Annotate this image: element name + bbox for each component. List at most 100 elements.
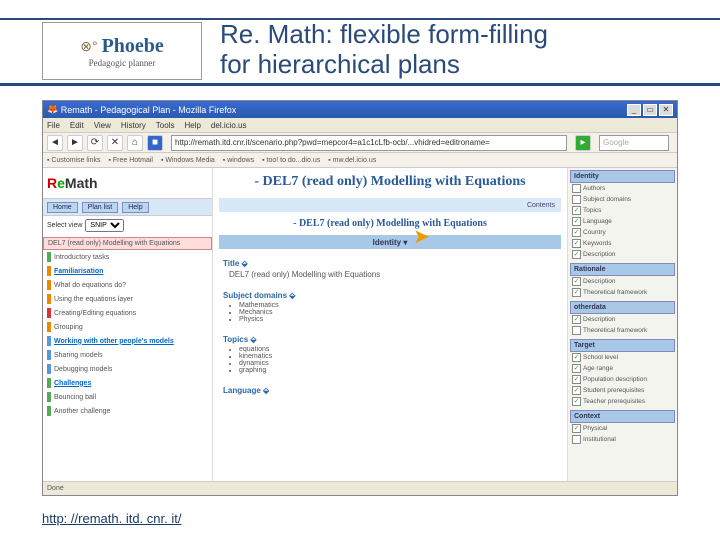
bookmark-item[interactable]: ▪ Windows Media bbox=[161, 157, 215, 164]
tree-item-selected[interactable]: DEL7 (read only) Modelling with Equation… bbox=[43, 237, 212, 250]
checkbox-row[interactable]: Authors bbox=[570, 183, 675, 194]
checkbox-row[interactable]: Subject domains bbox=[570, 194, 675, 205]
bookmark-item[interactable]: ▪ too! to do...dio.us bbox=[262, 157, 320, 164]
bookmark-item[interactable]: ▪ Free Hotmail bbox=[108, 157, 153, 164]
color-bar bbox=[47, 266, 51, 276]
search-input[interactable]: Google bbox=[599, 135, 669, 151]
checkbox-row[interactable]: Teacher prerequisites bbox=[570, 396, 675, 407]
identity-bar[interactable]: Identity ▾ bbox=[219, 235, 561, 249]
tree-item[interactable]: Introductory tasks bbox=[43, 250, 212, 264]
checkbox-row[interactable]: Language bbox=[570, 216, 675, 227]
left-sidebar: ReMath HomePlan listHelp Select view SNI… bbox=[43, 168, 213, 481]
home-button[interactable]: ⌂ bbox=[127, 135, 143, 151]
menu-view[interactable]: View bbox=[94, 121, 111, 130]
checkbox-row[interactable]: Student prerequisites bbox=[570, 385, 675, 396]
tree-item[interactable]: Creating/Editing equations bbox=[43, 306, 212, 320]
status-bar: Done bbox=[43, 481, 677, 495]
section-language: Language ⬙ bbox=[213, 378, 567, 401]
nav-home[interactable]: Home bbox=[47, 202, 78, 213]
checkbox-row[interactable]: Population description bbox=[570, 374, 675, 385]
menu-edit[interactable]: Edit bbox=[70, 121, 84, 130]
tree-item[interactable]: Challenges bbox=[43, 376, 212, 390]
panel-head[interactable]: Context bbox=[570, 410, 675, 423]
checkbox[interactable] bbox=[572, 239, 581, 248]
checkbox[interactable] bbox=[572, 288, 581, 297]
menu-del.icio.us[interactable]: del.icio.us bbox=[211, 121, 247, 130]
checkbox-row[interactable]: Theoretical framework bbox=[570, 325, 675, 336]
panel-head[interactable]: Rationale bbox=[570, 263, 675, 276]
bookmark-item[interactable]: ▪ Customise links bbox=[47, 157, 100, 164]
checkbox-row[interactable]: Age range bbox=[570, 363, 675, 374]
checkbox-row[interactable]: Country bbox=[570, 227, 675, 238]
checkbox-row[interactable]: Topics bbox=[570, 205, 675, 216]
toolbar: ◄ ► ⟳ ✕ ⌂ ■ http://remath.itd.cnr.it/sce… bbox=[43, 133, 677, 153]
menu-file[interactable]: File bbox=[47, 121, 60, 130]
back-button[interactable]: ◄ bbox=[47, 135, 63, 151]
menu-tools[interactable]: Tools bbox=[156, 121, 175, 130]
forward-button[interactable]: ► bbox=[67, 135, 83, 151]
go-button[interactable]: ▸ bbox=[575, 135, 591, 151]
checkbox-row[interactable]: Institutional bbox=[570, 434, 675, 445]
tree-item[interactable]: What do equations do? bbox=[43, 278, 212, 292]
nav-plan-list[interactable]: Plan list bbox=[82, 202, 119, 213]
menu-history[interactable]: History bbox=[121, 121, 146, 130]
color-bar bbox=[47, 322, 51, 332]
view-select[interactable]: SNIP bbox=[85, 219, 124, 232]
nav-help[interactable]: Help bbox=[122, 202, 148, 213]
panel-head[interactable]: Identity bbox=[570, 170, 675, 183]
reload-button[interactable]: ⟳ bbox=[87, 135, 103, 151]
checkbox[interactable] bbox=[572, 184, 581, 193]
panel-head[interactable]: otherdata bbox=[570, 301, 675, 314]
checkbox[interactable] bbox=[572, 277, 581, 286]
url-input[interactable]: http://remath.itd.cnr.it/scenario.php?pw… bbox=[171, 135, 567, 151]
checkbox-row[interactable]: Description bbox=[570, 314, 675, 325]
checkbox[interactable] bbox=[572, 206, 581, 215]
panel-head[interactable]: Target bbox=[570, 339, 675, 352]
window-titlebar: 🦊 Remath - Pedagogical Plan - Mozilla Fi… bbox=[43, 101, 677, 118]
tag-icon[interactable]: ■ bbox=[147, 135, 163, 151]
plan-tree: DEL7 (read only) Modelling with Equation… bbox=[43, 235, 212, 481]
checkbox[interactable] bbox=[572, 375, 581, 384]
bookmark-item[interactable]: ▪ mw.del.icio.us bbox=[328, 157, 376, 164]
footer-link[interactable]: http: //remath. itd. cnr. it/ bbox=[42, 511, 181, 526]
checkbox[interactable] bbox=[572, 386, 581, 395]
checkbox[interactable] bbox=[572, 217, 581, 226]
color-bar bbox=[47, 308, 51, 318]
checkbox-row[interactable]: Description bbox=[570, 249, 675, 260]
close-button[interactable]: ✕ bbox=[659, 104, 673, 116]
tree-item[interactable]: Familiarisation bbox=[43, 264, 212, 278]
section-topics: Topics ⬙ equationskinematicsdynamicsgrap… bbox=[213, 327, 567, 378]
checkbox[interactable] bbox=[572, 364, 581, 373]
maximize-button[interactable]: ▭ bbox=[643, 104, 657, 116]
color-bar bbox=[47, 252, 51, 262]
bookmark-item[interactable]: ▪ windows bbox=[223, 157, 254, 164]
checkbox[interactable] bbox=[572, 228, 581, 237]
checkbox-row[interactable]: School level bbox=[570, 352, 675, 363]
menu-help[interactable]: Help bbox=[184, 121, 200, 130]
checkbox[interactable] bbox=[572, 397, 581, 406]
tree-item[interactable]: Another challenge bbox=[43, 404, 212, 418]
right-sidebar: IdentityAuthorsSubject domainsTopicsLang… bbox=[567, 168, 677, 481]
contents-tab[interactable]: Contents bbox=[527, 202, 555, 209]
stop-button[interactable]: ✕ bbox=[107, 135, 123, 151]
checkbox[interactable] bbox=[572, 326, 581, 335]
tree-item[interactable]: Using the equations layer bbox=[43, 292, 212, 306]
checkbox[interactable] bbox=[572, 250, 581, 259]
checkbox[interactable] bbox=[572, 424, 581, 433]
tree-item[interactable]: Grouping bbox=[43, 320, 212, 334]
color-bar bbox=[47, 406, 51, 416]
tree-item[interactable]: Debugging models bbox=[43, 362, 212, 376]
checkbox[interactable] bbox=[572, 315, 581, 324]
tree-item[interactable]: Bouncing ball bbox=[43, 390, 212, 404]
checkbox[interactable] bbox=[572, 195, 581, 204]
checkbox[interactable] bbox=[572, 353, 581, 362]
checkbox-row[interactable]: Theoretical framework bbox=[570, 287, 675, 298]
nav-buttons: Home Plan listHelp bbox=[43, 198, 212, 216]
checkbox[interactable] bbox=[572, 435, 581, 444]
checkbox-row[interactable]: Physical bbox=[570, 423, 675, 434]
tree-item[interactable]: Sharing models bbox=[43, 348, 212, 362]
checkbox-row[interactable]: Description bbox=[570, 276, 675, 287]
checkbox-row[interactable]: Keywords bbox=[570, 238, 675, 249]
tree-item[interactable]: Working with other people's models bbox=[43, 334, 212, 348]
minimize-button[interactable]: _ bbox=[627, 104, 641, 116]
